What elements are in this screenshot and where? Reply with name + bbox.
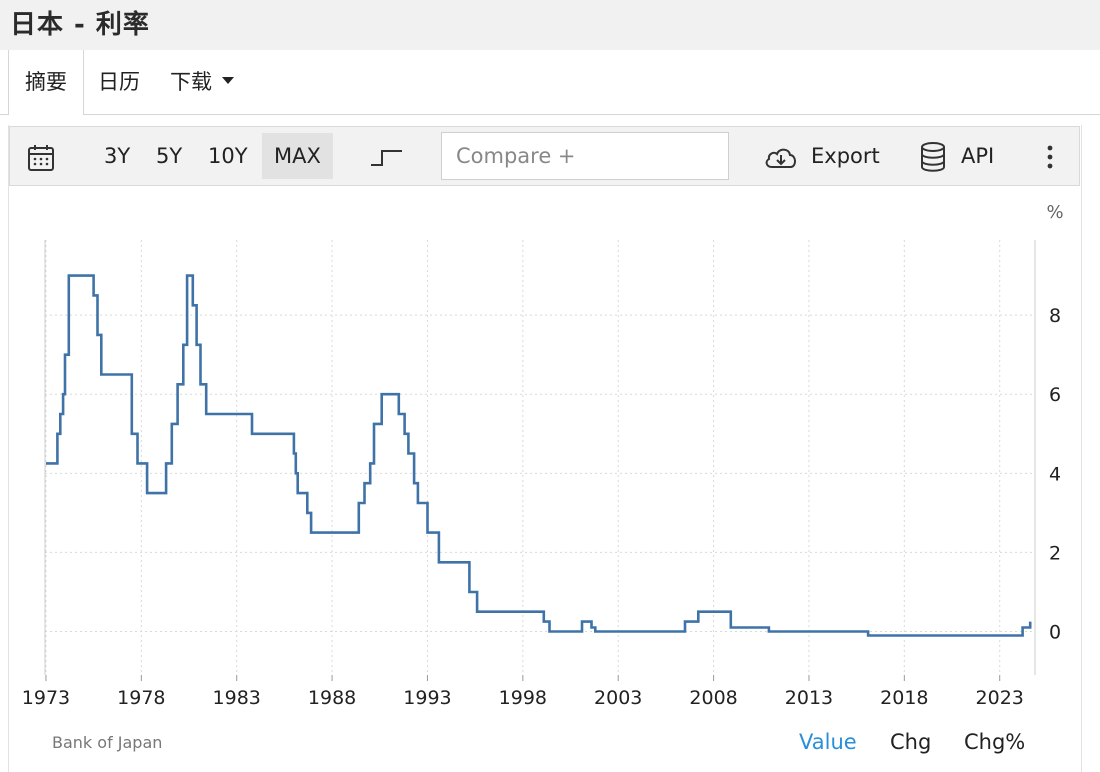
chart-series: [46, 274, 1032, 637]
x-tick-label: 1983: [213, 687, 261, 709]
page-title: 日本 - 利率: [10, 10, 150, 40]
chart-toolbar: 3Y 5Y 10Y MAX Export API: [9, 126, 1080, 186]
caret-down-icon: [222, 76, 234, 84]
x-tick-label: 1998: [499, 687, 547, 709]
x-tick-label: 1988: [308, 687, 356, 709]
x-tick-label: 1993: [403, 687, 451, 709]
mode-chg-button[interactable]: Chg: [890, 730, 931, 754]
x-tick-label: 2003: [594, 687, 642, 709]
y-tick-label: 8: [1049, 305, 1061, 327]
tabs-bar: 摘要 日历 下载: [0, 50, 1100, 115]
chart-axes: 1973 1978 1983 1988 1993 1998 2003 2008 2013 2018…: [22, 202, 1064, 709]
tab-download-label: 下载: [170, 70, 212, 94]
y-tick-label: 6: [1049, 384, 1061, 406]
tab-summary[interactable]: 摘要: [8, 50, 84, 115]
api-button[interactable]: API: [961, 127, 994, 185]
range-5y-button[interactable]: 5Y: [156, 127, 182, 185]
title-bar: 日本 - 利率: [0, 0, 1100, 51]
tab-download[interactable]: 下载: [170, 50, 234, 114]
step-chart-icon[interactable]: [370, 145, 404, 167]
export-button[interactable]: Export: [811, 127, 880, 185]
y-axis-unit-label: %: [1046, 202, 1063, 223]
data-source: Bank of Japan: [52, 733, 163, 752]
y-tick-label: 2: [1049, 542, 1061, 564]
mode-value-button[interactable]: Value: [799, 730, 857, 754]
y-tick-label: 0: [1049, 622, 1061, 644]
x-tick-label: 2018: [880, 687, 928, 709]
x-tick-label: 2013: [785, 687, 833, 709]
y-tick-label: 4: [1049, 463, 1061, 485]
x-tick-label: 2008: [689, 687, 737, 709]
x-tick-label: 1973: [22, 687, 70, 709]
range-max-button[interactable]: MAX: [262, 133, 333, 179]
more-vertical-icon[interactable]: [1046, 145, 1054, 169]
cloud-download-icon[interactable]: [763, 146, 799, 170]
x-tick-label: 2023: [976, 687, 1024, 709]
calendar-icon[interactable]: [27, 144, 55, 171]
compare-input[interactable]: [441, 132, 729, 180]
interest-rate-chart: 1973 1978 1983 1988 1993 1998 2003 2008 2013 2018…: [22, 202, 1064, 709]
range-10y-button[interactable]: 10Y: [208, 127, 248, 185]
rate-series-line: [46, 274, 1032, 637]
x-tick-label: 1978: [117, 687, 165, 709]
mode-chg-pct-button[interactable]: Chg%: [964, 730, 1025, 754]
database-icon[interactable]: [920, 142, 946, 172]
range-3y-button[interactable]: 3Y: [104, 127, 130, 185]
tab-calendar[interactable]: 日历: [98, 50, 140, 114]
